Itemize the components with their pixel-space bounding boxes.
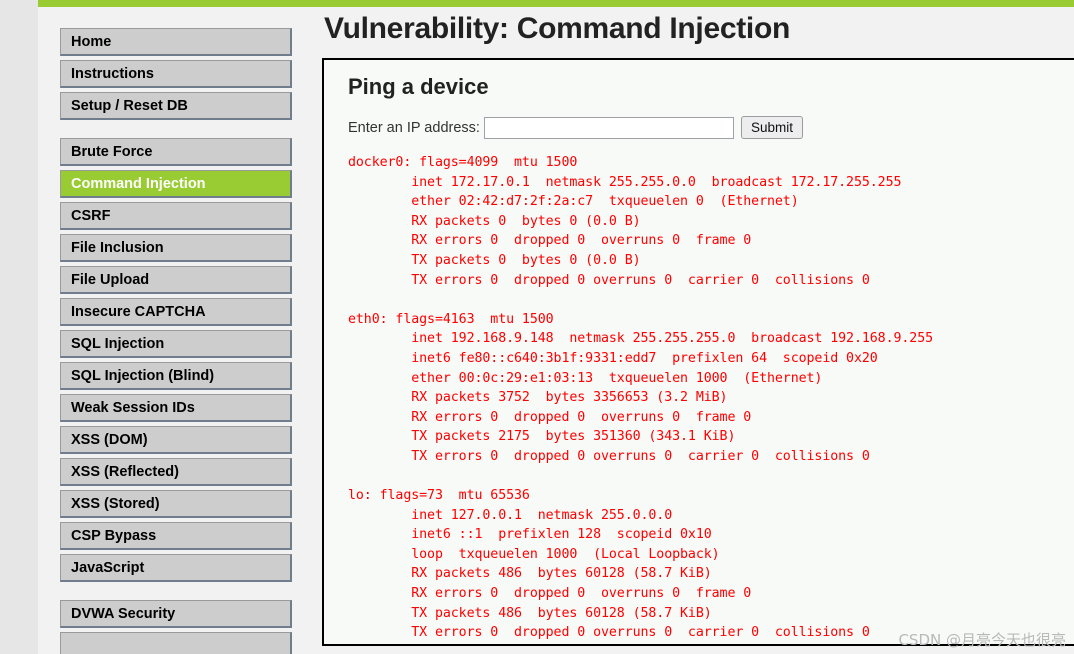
ip-address-input[interactable] bbox=[483, 116, 734, 139]
main-content: Vulnerability: Command Injection Ping a … bbox=[322, 12, 1074, 646]
vulnerability-panel: Ping a device Enter an IP address: Submi… bbox=[322, 58, 1074, 646]
sidebar-group: DVWA Security bbox=[60, 600, 292, 654]
sidebar-item-sql-injection-blind[interactable]: SQL Injection (Blind) bbox=[60, 362, 292, 390]
sidebar-item-instructions[interactable]: Instructions bbox=[60, 60, 292, 88]
sidebar-item-dvwa-security[interactable]: DVWA Security bbox=[60, 600, 292, 628]
sidebar-item-file-inclusion[interactable]: File Inclusion bbox=[60, 234, 292, 262]
sidebar-item-command-injection[interactable]: Command Injection bbox=[60, 170, 292, 198]
sidebar-item-xss-reflected[interactable]: XSS (Reflected) bbox=[60, 458, 292, 486]
sidebar-item-item[interactable] bbox=[60, 632, 292, 654]
sidebar-item-xss-stored[interactable]: XSS (Stored) bbox=[60, 490, 292, 518]
command-output: docker0: flags=4099 mtu 1500 inet 172.17… bbox=[348, 155, 934, 641]
sidebar-item-csp-bypass[interactable]: CSP Bypass bbox=[60, 522, 292, 550]
sidebar-item-home[interactable]: Home bbox=[60, 28, 292, 56]
submit-button[interactable]: Submit bbox=[740, 116, 803, 139]
ping-form: Enter an IP address: Submit bbox=[348, 116, 1074, 139]
sidebar-item-weak-session-ids[interactable]: Weak Session IDs bbox=[60, 394, 292, 422]
sidebar-item-brute-force[interactable]: Brute Force bbox=[60, 138, 292, 166]
sidebar-item-sql-injection[interactable]: SQL Injection bbox=[60, 330, 292, 358]
sidebar-group: Brute Force Command Injection CSRF File Inc… bbox=[60, 138, 292, 582]
ip-address-label: Enter an IP address: bbox=[348, 119, 480, 136]
sidebar-item-insecure-captcha[interactable]: Insecure CAPTCHA bbox=[60, 298, 292, 326]
sidebar-item-file-upload[interactable]: File Upload bbox=[60, 266, 292, 294]
top-accent-bar bbox=[38, 0, 1074, 7]
sidebar-item-csrf[interactable]: CSRF bbox=[60, 202, 292, 230]
sidebar-item-javascript[interactable]: JavaScript bbox=[60, 554, 292, 582]
sidebar-item-xss-dom[interactable]: XSS (DOM) bbox=[60, 426, 292, 454]
page-title: Vulnerability: Command Injection bbox=[324, 12, 791, 45]
sidebar-item-setup-reset-db[interactable]: Setup / Reset DB bbox=[60, 92, 292, 120]
page-container: Home Instructions Setup / Reset DB Brute Fo… bbox=[38, 0, 1074, 654]
sidebar-navigation: Home Instructions Setup / Reset DB Brute Fo… bbox=[60, 28, 292, 654]
sidebar-group: Home Instructions Setup / Reset DB bbox=[60, 28, 292, 120]
section-title: Ping a device bbox=[348, 74, 489, 99]
screenshot-root: Home Instructions Setup / Reset DB Brute Fo… bbox=[0, 0, 1074, 654]
